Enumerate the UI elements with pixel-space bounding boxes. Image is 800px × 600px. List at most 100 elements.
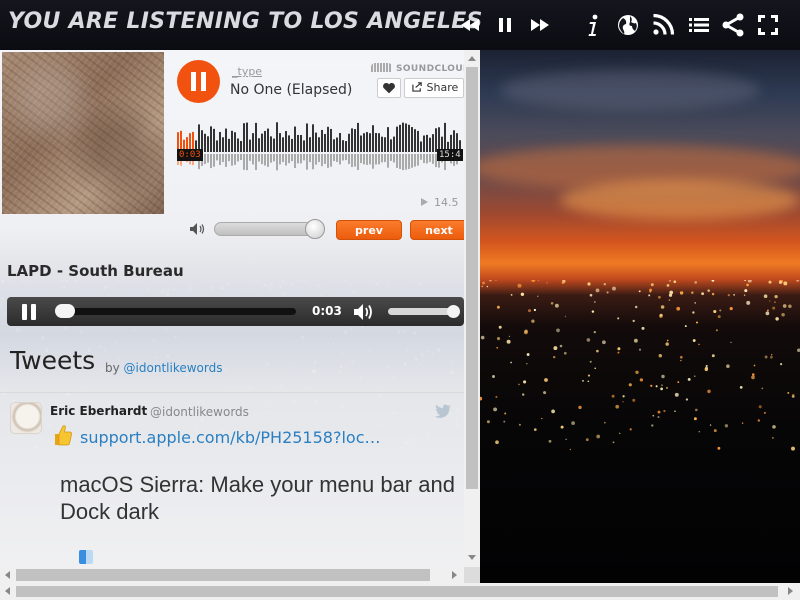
panel-hscroll-thumb[interactable]: [16, 569, 430, 581]
soundcloud-logo[interactable]: SOUNDCLOUD: [371, 63, 464, 74]
waveform-bar: [213, 128, 215, 152]
city-light: [715, 329, 718, 332]
play-count: 14.5: [421, 196, 459, 209]
waveform-bar-reflection: [378, 154, 380, 165]
site-title: YOU ARE LISTENING TO LOS ANGELES: [8, 9, 483, 34]
city-light: [611, 394, 615, 398]
tweets-by-handle[interactable]: @idontlikewords: [124, 361, 223, 375]
audio-pause-button[interactable]: [22, 304, 38, 320]
next-button[interactable]: next: [410, 220, 464, 240]
waveform-bar: [405, 123, 407, 152]
page-hscroll-thumb[interactable]: [16, 586, 778, 597]
city-light: [674, 392, 679, 397]
waveform-bar: [357, 122, 359, 152]
track-artwork[interactable]: [2, 52, 164, 214]
city-light: [587, 282, 591, 286]
twitter-bird-icon[interactable]: [434, 404, 452, 418]
like-button[interactable]: [377, 78, 401, 98]
scroll-right-arrow[interactable]: [452, 571, 457, 579]
audio-seek-thumb[interactable]: [55, 304, 75, 318]
waveform-bar-reflection: [309, 154, 311, 163]
city-light: [496, 305, 500, 309]
city-light: [698, 343, 700, 346]
city-light: [546, 282, 548, 284]
waveform-bar-reflection: [342, 154, 344, 161]
waveform[interactable]: [177, 120, 464, 180]
soundcloud-pause-button[interactable]: [177, 60, 220, 103]
tweet-link[interactable]: support.apple.com/kb/PH25158?loc…: [80, 428, 380, 447]
panel-content: _type No One (Elapsed) SOUNDCLOUD Share …: [0, 50, 464, 567]
waveform-bar: [378, 133, 380, 152]
waveform-bar-reflection: [345, 154, 347, 161]
page-scroll-left-arrow[interactable]: [5, 587, 10, 595]
city-light: [492, 375, 495, 378]
waveform-bar-reflection: [294, 154, 296, 169]
audio-volume-knob[interactable]: [447, 305, 460, 318]
track-title[interactable]: No One (Elapsed): [230, 82, 352, 98]
audio-seek-bar[interactable]: [56, 308, 296, 315]
track-user[interactable]: _type: [232, 65, 262, 78]
divider: [0, 392, 464, 393]
stream-title: LAPD - South Bureau: [7, 262, 184, 280]
info-icon[interactable]: [580, 12, 606, 38]
city-light: [730, 341, 732, 344]
waveform-bar-reflection: [423, 154, 425, 164]
waveform-bar: [294, 126, 296, 152]
prev-button[interactable]: prev: [336, 220, 402, 240]
audio-volume-icon[interactable]: [352, 303, 376, 321]
waveform-bar: [273, 138, 275, 152]
city-light: [774, 294, 778, 299]
audio-player: 0:03: [7, 297, 464, 326]
waveform-bar: [399, 124, 401, 152]
city-light: [495, 395, 498, 398]
next-icon[interactable]: [527, 12, 553, 38]
tweet-author-name[interactable]: Eric Eberhardt: [50, 404, 147, 418]
city-light: [652, 414, 655, 417]
avatar[interactable]: [10, 402, 42, 434]
city-light: [527, 309, 532, 313]
city-light: [757, 419, 760, 422]
waveform-bar-reflection: [393, 154, 395, 163]
city-light: [665, 342, 669, 346]
city-light: [661, 384, 663, 386]
waveform-bar-reflection: [426, 154, 428, 164]
share-button[interactable]: Share: [404, 78, 464, 98]
page-scroll-right-arrow[interactable]: [788, 587, 793, 595]
waveform-bar-reflection: [219, 154, 221, 165]
volume-slider-knob[interactable]: [305, 219, 325, 239]
waveform-bar-reflection: [369, 154, 371, 165]
fullscreen-icon[interactable]: [755, 12, 781, 38]
panel-horizontal-scrollbar[interactable]: [0, 567, 464, 583]
scroll-left-arrow[interactable]: [5, 571, 10, 579]
city-light: [701, 292, 704, 296]
city-light: [554, 303, 559, 308]
scroll-down-arrow[interactable]: [468, 555, 476, 560]
city-light: [713, 429, 717, 433]
waveform-bar: [267, 128, 269, 152]
waveform-bar: [327, 126, 329, 152]
globe-icon[interactable]: [615, 12, 641, 38]
city-light: [680, 359, 682, 362]
city-light: [787, 391, 790, 394]
waveform-bar-reflection: [336, 154, 338, 162]
page-horizontal-scrollbar[interactable]: [0, 583, 800, 600]
panel-scroll-thumb[interactable]: [466, 67, 478, 489]
city-light: [503, 420, 506, 423]
city-light: [743, 294, 746, 297]
city-light: [531, 280, 536, 282]
pause-icon[interactable]: [492, 12, 518, 38]
prev-icon[interactable]: [457, 12, 483, 38]
tweet-author-handle[interactable]: @idontlikewords: [150, 405, 249, 419]
waveform-bar: [360, 135, 362, 152]
waveform-bar: [354, 129, 356, 152]
city-light: [659, 313, 663, 317]
rss-icon[interactable]: [650, 12, 676, 38]
waveform-bar: [216, 140, 218, 152]
scroll-up-arrow[interactable]: [468, 56, 476, 61]
share-icon[interactable]: [720, 12, 746, 38]
panel-vertical-scrollbar[interactable]: [464, 50, 480, 567]
tweets-heading: Tweets: [10, 346, 96, 375]
list-icon[interactable]: [686, 12, 712, 38]
city-light: [543, 391, 547, 395]
city-light: [669, 290, 674, 295]
